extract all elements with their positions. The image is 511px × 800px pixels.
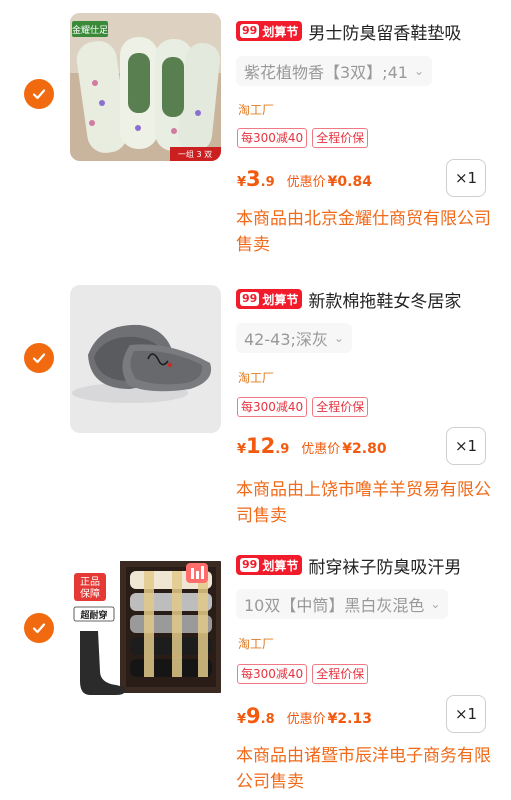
price-decimal: .8 — [260, 712, 275, 727]
price-integer: 12 — [246, 434, 276, 458]
sock-rows — [130, 571, 212, 677]
insole-product-image: 金耀仕足 一组 3 双 — [70, 13, 221, 161]
price-decimal: .9 — [260, 175, 275, 190]
price-protect-badge: 全程价保 — [312, 397, 369, 417]
promo-badges: 每300减40 全程价保 — [237, 128, 369, 148]
cart-list: 金耀仕足 一组 3 双 99 划算节 男士防臭留香鞋垫吸 紫花植物香【3双】;4… — [0, 0, 511, 800]
promo-festival-tag: 99 划算节 — [236, 21, 303, 41]
cart-item: 金耀仕足 一组 3 双 99 划算节 男士防臭留香鞋垫吸 紫花植物香【3双】;4… — [0, 0, 511, 267]
quantity-button[interactable]: ×1 — [446, 159, 486, 197]
promo-tag-number: 99 — [240, 558, 260, 572]
quantity-button[interactable]: ×1 — [446, 427, 486, 465]
title-row[interactable]: 99 划算节 新款棉拖鞋女冬居家 — [236, 284, 496, 314]
discount-price-value: ¥2.13 — [327, 711, 372, 727]
select-checkbox[interactable] — [24, 613, 54, 643]
promo-tag-number: 99 — [240, 292, 260, 306]
promo-tag-text: 划算节 — [262, 24, 299, 39]
discount-price-label: 优惠价 — [286, 175, 326, 190]
discount-badge: 每300减40 — [237, 664, 308, 684]
chevron-down-icon: ⌄ — [413, 64, 424, 78]
check-icon — [32, 623, 46, 634]
check-icon — [32, 89, 46, 100]
seller-notice: 本商品由上饶市噜羊羊贸易有限公司售卖 — [236, 480, 491, 526]
insole-packs — [76, 37, 220, 153]
promo-festival-tag: 99 划算节 — [236, 555, 303, 575]
guarantee-label-2: 保障 — [80, 587, 100, 600]
shop-label: 淘工厂 — [238, 371, 275, 385]
cart-item: 99 划算节 新款棉拖鞋女冬居家 42-43;深灰 ⌄ 淘工厂 每300减40 … — [0, 272, 511, 539]
price-integer: 9 — [246, 704, 261, 728]
product-image[interactable] — [70, 285, 221, 433]
quantity-button[interactable]: ×1 — [446, 695, 486, 733]
guarantee-label-1: 正品 — [80, 576, 100, 588]
durable-tag: 超耐穿 — [79, 609, 107, 621]
discount-price-label: 优惠价 — [301, 442, 341, 457]
promo-festival-tag: 99 划算节 — [236, 289, 303, 309]
currency-symbol: ¥ — [237, 712, 247, 727]
promo-tag-text: 划算节 — [262, 558, 299, 573]
product-image[interactable]: 金耀仕足 一组 3 双 — [70, 13, 221, 161]
product-image[interactable]: 正品 保障 超耐穿 — [70, 553, 221, 701]
discount-badge: 每300减40 — [237, 397, 308, 417]
discount-price-value: ¥0.84 — [327, 174, 372, 190]
sku-text: 10双【中筒】黑白灰混色 — [244, 596, 425, 615]
select-checkbox[interactable] — [24, 79, 54, 109]
chevron-down-icon: ⌄ — [333, 331, 344, 345]
promo-tag-text: 划算节 — [262, 292, 299, 307]
price-protect-badge: 全程价保 — [312, 128, 369, 148]
currency-symbol: ¥ — [237, 442, 247, 457]
shop-label: 淘工厂 — [238, 637, 275, 651]
price-protect-badge: 全程价保 — [312, 664, 369, 684]
sku-text: 紫花植物香【3双】;41 — [244, 63, 408, 82]
price-row: ¥ 9 .8 优惠价 ¥2.13 — [237, 704, 372, 728]
shop-label: 淘工厂 — [238, 103, 275, 117]
product-title[interactable]: 男士防臭留香鞋垫吸 — [308, 19, 461, 44]
currency-symbol: ¥ — [237, 175, 247, 190]
promo-badges: 每300减40 全程价保 — [237, 397, 369, 417]
pack-count-label: 一组 3 双 — [178, 149, 212, 159]
discount-price-value: ¥2.80 — [342, 441, 387, 457]
sku-text: 42-43;深灰 — [244, 330, 328, 349]
price-row: ¥ 12 .9 优惠价 ¥2.80 — [237, 434, 387, 458]
discount-badge: 每300减40 — [237, 128, 308, 148]
sku-selector[interactable]: 紫花植物香【3双】;41 ⌄ — [236, 56, 432, 86]
title-row[interactable]: 99 划算节 耐穿袜子防臭吸汗男 — [236, 550, 496, 580]
promo-tag-number: 99 — [240, 24, 260, 38]
price-decimal: .9 — [275, 442, 290, 457]
product-title[interactable]: 耐穿袜子防臭吸汗男 — [308, 553, 461, 578]
promo-badges: 每300减40 全程价保 — [237, 664, 369, 684]
check-icon — [32, 353, 46, 364]
seller-notice: 本商品由诸暨市辰洋电子商务有限公司售卖 — [236, 746, 491, 792]
cart-item: 正品 保障 超耐穿 99 划算节 耐穿袜子防臭吸汗男 10双【中筒】黑白灰混色 … — [0, 540, 511, 800]
select-checkbox[interactable] — [24, 343, 54, 373]
brand-label: 金耀仕足 — [72, 24, 108, 36]
socks-product-image: 正品 保障 超耐穿 — [70, 553, 221, 701]
title-row[interactable]: 99 划算节 男士防臭留香鞋垫吸 — [236, 16, 496, 46]
sku-selector[interactable]: 42-43;深灰 ⌄ — [236, 323, 352, 353]
slipper-product-image — [70, 285, 221, 433]
product-title[interactable]: 新款棉拖鞋女冬居家 — [308, 287, 461, 312]
discount-price-label: 优惠价 — [286, 712, 326, 727]
price-row: ¥ 3 .9 优惠价 ¥0.84 — [237, 167, 372, 191]
price-integer: 3 — [246, 167, 261, 191]
chevron-down-icon: ⌄ — [430, 597, 441, 611]
sku-selector[interactable]: 10双【中筒】黑白灰混色 ⌄ — [236, 589, 449, 619]
seller-notice: 本商品由北京金耀仕商贸有限公司售卖 — [236, 209, 491, 255]
